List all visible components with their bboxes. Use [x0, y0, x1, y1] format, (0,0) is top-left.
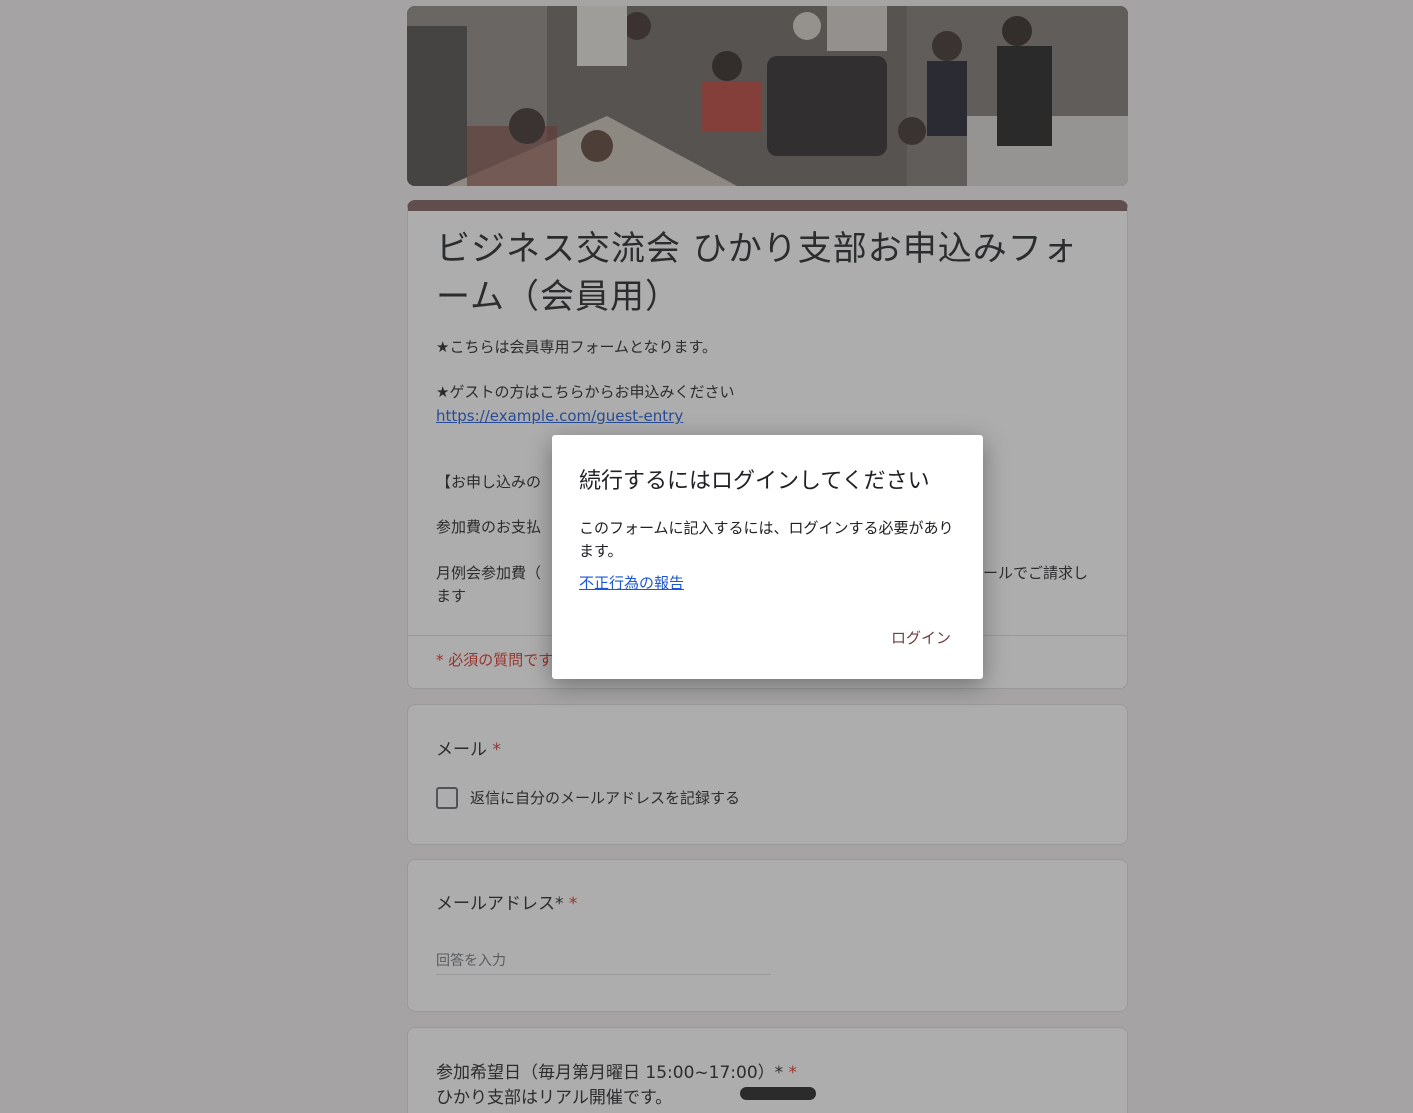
report-abuse-link[interactable]: 不正行為の報告	[579, 572, 684, 593]
login-button[interactable]: ログイン	[881, 623, 961, 652]
dialog-body: このフォームに記入するには、ログインする必要があります。	[579, 519, 954, 560]
login-required-dialog: 続行するにはログインしてください このフォームに記入するには、ログインする必要が…	[552, 435, 983, 679]
dialog-title: 続行するにはログインしてください	[579, 469, 930, 494]
